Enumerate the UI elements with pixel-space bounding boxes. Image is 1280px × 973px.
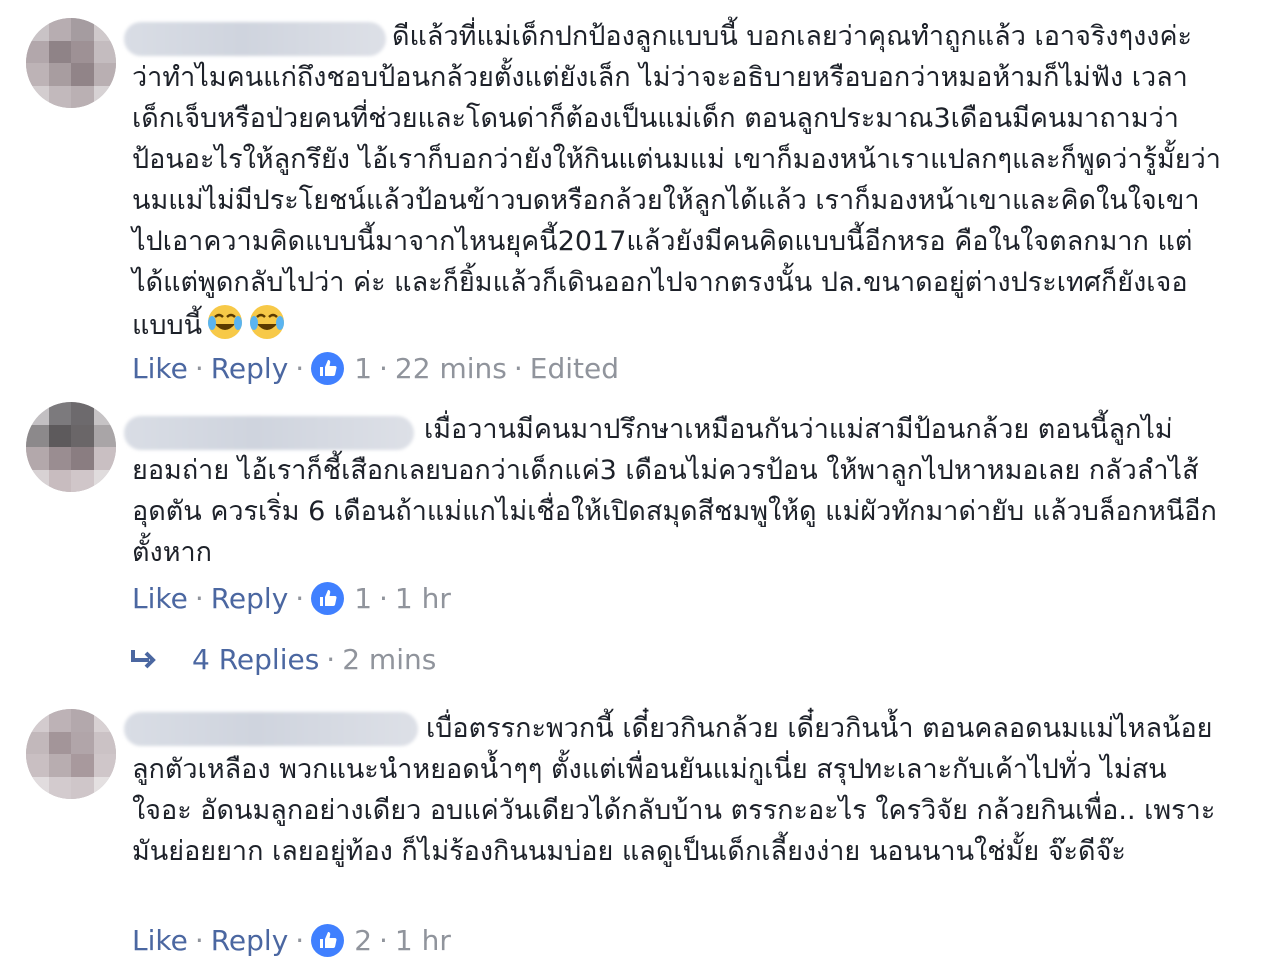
comment-body: ดีแล้วที่แม่เด็กปกป้องลูกแบบนี้ บอกเลยว่… <box>132 21 1221 341</box>
comment-actions: Like · Reply · 1 · 22 mins · Edited <box>132 348 619 388</box>
comment-actions: Like · Reply · 2 · 1 hr <box>132 920 451 960</box>
reply-arrow-icon <box>128 644 158 674</box>
reaction-count[interactable]: 1 <box>354 352 372 385</box>
like-thumb-icon[interactable] <box>311 351 345 385</box>
reply-button[interactable]: Reply <box>211 352 289 385</box>
like-button[interactable]: Like <box>132 582 188 615</box>
tears-of-joy-emoji-icon <box>248 303 286 341</box>
like-thumb-icon[interactable] <box>311 923 345 957</box>
view-replies-row[interactable]: 4 Replies · 2 mins <box>128 639 436 679</box>
comment-text: ดีแล้วที่แม่เด็กปกป้องลูกแบบนี้ บอกเลยว่… <box>132 16 1222 346</box>
avatar[interactable] <box>26 18 116 108</box>
tears-of-joy-emoji-icon <box>206 303 244 341</box>
avatar[interactable] <box>26 402 116 492</box>
like-button[interactable]: Like <box>132 352 188 385</box>
like-thumb-icon[interactable] <box>311 581 345 615</box>
separator-dot: · <box>295 351 305 385</box>
edited-label[interactable]: Edited <box>530 352 619 385</box>
separator-dot: · <box>194 581 204 615</box>
timestamp[interactable]: 1 hr <box>395 924 451 957</box>
separator-dot: · <box>326 642 336 676</box>
comment-body: เบื่อตรรกะพวกนี้ เดี๋ยวกินกล้วย เดี๋ยวกิ… <box>132 713 1216 867</box>
comment-actions: Like · Reply · 1 · 1 hr <box>132 578 451 618</box>
timestamp[interactable]: 1 hr <box>395 582 451 615</box>
comment-text: เมื่อวานมีคนมาปรึกษาเหมือนกันว่าแม่สามีป… <box>132 409 1222 573</box>
reaction-count[interactable]: 1 <box>354 582 372 615</box>
reply-button[interactable]: Reply <box>211 924 289 957</box>
avatar[interactable] <box>26 709 116 799</box>
avatar-pixelated-image <box>26 709 116 799</box>
separator-dot: · <box>194 351 204 385</box>
reply-button[interactable]: Reply <box>211 582 289 615</box>
comment-1: ดีแล้วที่แม่เด็กปกป้องลูกแบบนี้ บอกเลยว่… <box>0 0 1280 400</box>
comment-2: เมื่อวานมีคนมาปรึกษาเหมือนกันว่าแม่สามีป… <box>0 400 1280 700</box>
separator-dot: · <box>194 923 204 957</box>
separator-dot: · <box>513 351 523 385</box>
timestamp[interactable]: 22 mins <box>395 352 507 385</box>
separator-dot: · <box>295 581 305 615</box>
separator-dot: · <box>295 923 305 957</box>
comment-text: เบื่อตรรกะพวกนี้ เดี๋ยวกินกล้วย เดี๋ยวกิ… <box>132 708 1222 872</box>
avatar-pixelated-image <box>26 18 116 108</box>
separator-dot: · <box>379 581 388 615</box>
like-button[interactable]: Like <box>132 924 188 957</box>
replies-timestamp[interactable]: 2 mins <box>342 643 436 676</box>
separator-dot: · <box>379 923 388 957</box>
comment-3: เบื่อตรรกะพวกนี้ เดี๋ยวกินกล้วย เดี๋ยวกิ… <box>0 700 1280 973</box>
avatar-pixelated-image <box>26 402 116 492</box>
separator-dot: · <box>379 351 388 385</box>
view-replies-link[interactable]: 4 Replies <box>192 643 319 676</box>
reaction-count[interactable]: 2 <box>354 924 372 957</box>
comment-body: เมื่อวานมีคนมาปรึกษาเหมือนกันว่าแม่สามีป… <box>132 414 1217 568</box>
